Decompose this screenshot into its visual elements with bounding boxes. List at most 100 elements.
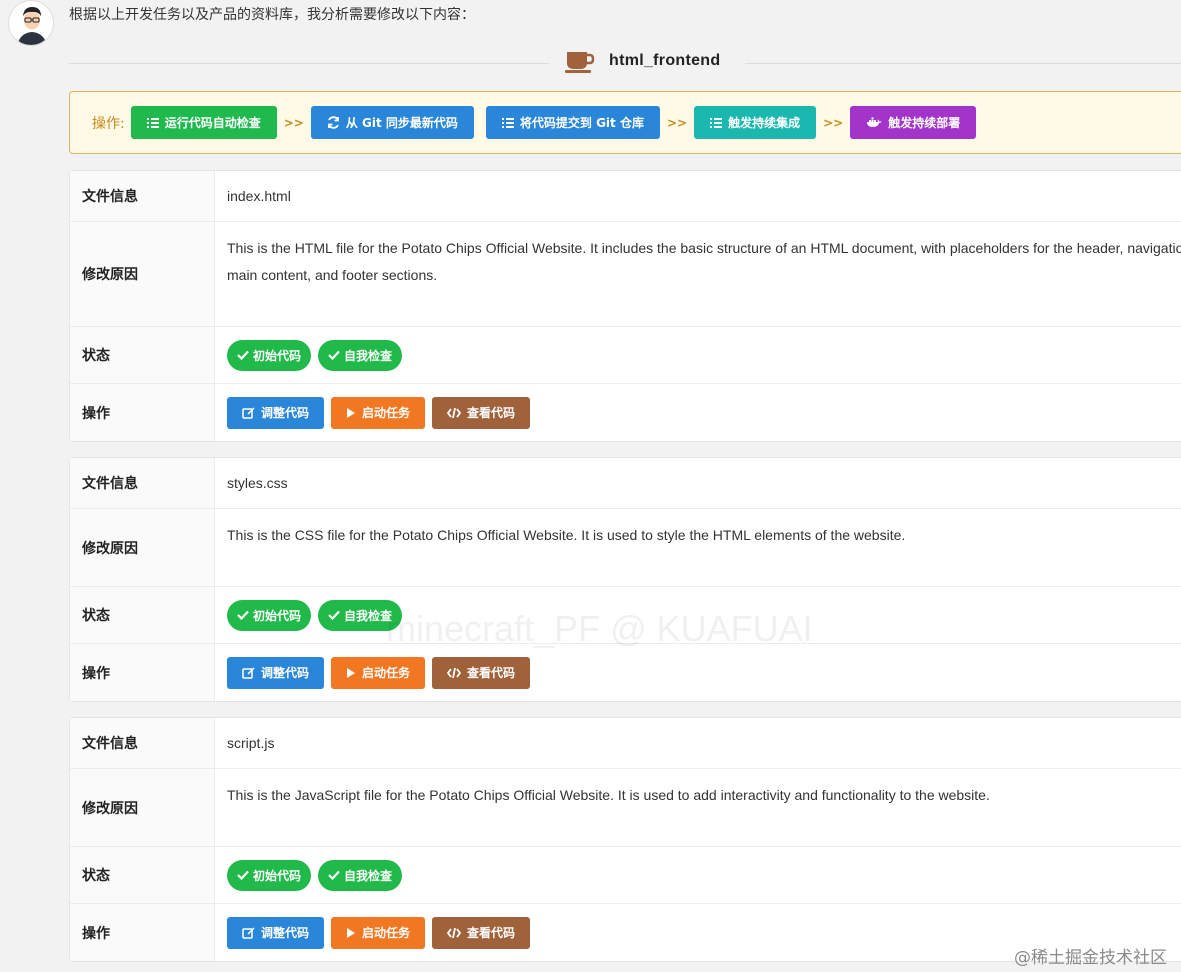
status-label: 自我检查 xyxy=(344,608,393,623)
actions-row: 操作 调整代码 启动任务 查看代码 xyxy=(70,384,1181,441)
code-icon xyxy=(447,667,462,679)
divider xyxy=(745,63,1181,64)
check-icon xyxy=(237,350,249,360)
status-badge: 自我检查 xyxy=(318,859,403,891)
button-label: 运行代码自动检查 xyxy=(164,116,261,130)
file-info-row: 文件信息 styles.css xyxy=(70,458,1181,509)
button-label: 调整代码 xyxy=(261,406,310,420)
row-label: 操作 xyxy=(70,644,215,701)
button-label: 触发持续集成 xyxy=(728,116,801,130)
button-label: 调整代码 xyxy=(261,926,310,940)
status-row: 状态 初始代码 自我检查 xyxy=(70,327,1181,384)
play-icon xyxy=(346,407,356,419)
start-task-button[interactable]: 启动任务 xyxy=(331,396,426,429)
run-code-check-button[interactable]: 运行代码自动检查 xyxy=(130,106,277,139)
row-label: 修改原因 xyxy=(70,769,215,846)
play-icon xyxy=(346,667,356,679)
row-label: 操作 xyxy=(70,384,215,441)
divider xyxy=(69,63,549,64)
view-code-button[interactable]: 查看代码 xyxy=(432,656,531,689)
git-commit-button[interactable]: 将代码提交到 Git 仓库 xyxy=(485,106,660,139)
docker-icon xyxy=(866,117,882,129)
button-label: 启动任务 xyxy=(362,666,411,680)
start-task-button[interactable]: 启动任务 xyxy=(331,916,426,949)
start-task-button[interactable]: 启动任务 xyxy=(331,656,426,689)
footer-watermark: @稀土掘金技术社区 xyxy=(1014,948,1167,968)
status-label: 初始代码 xyxy=(253,348,302,363)
row-label: 文件信息 xyxy=(70,458,215,508)
coffee-icon xyxy=(565,50,595,78)
reason-text: This is the JavaScript file for the Pota… xyxy=(227,787,990,803)
button-label: 查看代码 xyxy=(467,406,516,420)
view-code-button[interactable]: 查看代码 xyxy=(432,916,531,949)
edit-icon xyxy=(242,926,255,939)
trigger-cd-button[interactable]: 触发持续部署 xyxy=(850,106,977,139)
reason-text: This is the CSS file for the Potato Chip… xyxy=(227,527,906,543)
edit-icon xyxy=(242,406,255,419)
actions-row: 操作 调整代码 启动任务 查看代码 xyxy=(70,644,1181,701)
row-label: 修改原因 xyxy=(70,509,215,586)
section-header: html_frontend xyxy=(69,50,1181,76)
adjust-code-button[interactable]: 调整代码 xyxy=(227,396,325,429)
separator: >> xyxy=(666,115,688,130)
check-icon xyxy=(237,870,249,880)
check-icon xyxy=(328,610,340,620)
button-label: 启动任务 xyxy=(362,406,411,420)
section-title: html_frontend xyxy=(609,52,721,69)
row-label: 文件信息 xyxy=(70,718,215,768)
status-row: 状态 初始代码 自我检查 xyxy=(70,847,1181,904)
separator: >> xyxy=(283,115,304,130)
file-card: 文件信息 index.html 修改原因 This is the HTML fi… xyxy=(69,170,1181,442)
file-info-row: 文件信息 script.js xyxy=(70,718,1181,769)
list-check-icon xyxy=(710,117,723,129)
status-badge: 自我检查 xyxy=(318,339,403,371)
check-icon xyxy=(328,870,340,880)
row-label: 状态 xyxy=(70,587,215,643)
reason-row: 修改原因 This is the CSS file for the Potato… xyxy=(70,509,1181,587)
reason-row: 修改原因 This is the HTML file for the Potat… xyxy=(70,222,1181,327)
button-label: 查看代码 xyxy=(467,926,516,940)
file-name: index.html xyxy=(227,188,291,204)
file-name: script.js xyxy=(227,735,275,751)
status-label: 初始代码 xyxy=(253,608,302,623)
status-badge: 初始代码 xyxy=(227,339,312,371)
view-code-button[interactable]: 查看代码 xyxy=(432,396,531,429)
status-row: 状态 初始代码 自我检查 xyxy=(70,587,1181,644)
status-label: 初始代码 xyxy=(253,868,302,883)
check-icon xyxy=(328,350,340,360)
button-label: 调整代码 xyxy=(261,666,310,680)
file-card: 文件信息 styles.css 修改原因 This is the CSS fil… xyxy=(69,457,1181,702)
status-badge: 初始代码 xyxy=(227,599,312,631)
button-label: 触发持续部署 xyxy=(888,116,961,130)
row-label: 操作 xyxy=(70,904,215,961)
avatar xyxy=(8,0,54,46)
code-icon xyxy=(447,407,462,419)
status-label: 自我检查 xyxy=(344,868,393,883)
row-label: 状态 xyxy=(70,327,215,383)
button-label: 从 Git 同步最新代码 xyxy=(345,116,458,130)
adjust-code-button[interactable]: 调整代码 xyxy=(227,916,325,949)
file-name: styles.css xyxy=(227,475,288,491)
ops-toolbar: 操作: 运行代码自动检查 >> 从 Git 同步最新代码 将代码提交到 Git … xyxy=(69,91,1181,154)
check-icon xyxy=(237,610,249,620)
file-card: 文件信息 script.js 修改原因 This is the JavaScri… xyxy=(69,717,1181,962)
status-badge: 初始代码 xyxy=(227,859,312,891)
play-icon xyxy=(346,927,356,939)
list-check-icon xyxy=(146,117,159,129)
trigger-ci-button[interactable]: 触发持续集成 xyxy=(694,106,817,139)
file-info-row: 文件信息 index.html xyxy=(70,171,1181,222)
row-label: 文件信息 xyxy=(70,171,215,221)
git-sync-button[interactable]: 从 Git 同步最新代码 xyxy=(310,106,474,139)
status-badge: 自我检查 xyxy=(318,599,403,631)
row-label: 修改原因 xyxy=(70,222,215,326)
code-icon xyxy=(447,927,462,939)
button-label: 查看代码 xyxy=(467,666,516,680)
ops-label: 操作: xyxy=(92,115,125,132)
intro-text: 根据以上开发任务以及产品的资料库，我分析需要修改以下内容： xyxy=(69,7,475,23)
status-label: 自我检查 xyxy=(344,348,393,363)
reason-text: This is the HTML file for the Potato Chi… xyxy=(227,240,1181,283)
list-check-icon xyxy=(501,117,514,129)
edit-icon xyxy=(242,666,255,679)
reason-row: 修改原因 This is the JavaScript file for the… xyxy=(70,769,1181,847)
adjust-code-button[interactable]: 调整代码 xyxy=(227,656,325,689)
